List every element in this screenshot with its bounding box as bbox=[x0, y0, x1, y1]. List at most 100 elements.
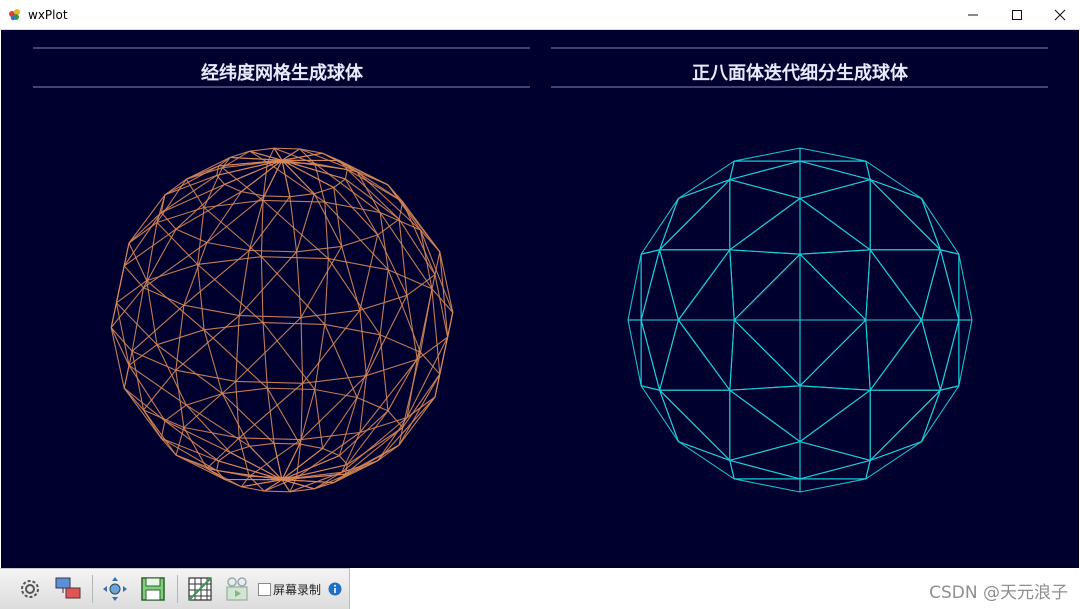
wireframe-edge bbox=[131, 287, 145, 352]
wireframe-edge bbox=[224, 183, 242, 193]
wireframe-edge bbox=[921, 249, 941, 321]
wireframe-edge bbox=[379, 334, 389, 411]
wireframe-edge bbox=[865, 441, 922, 480]
video-icon bbox=[226, 577, 248, 601]
wireframe-edge bbox=[356, 334, 381, 398]
wireframe-edge bbox=[958, 254, 973, 321]
wireframe-edge bbox=[203, 329, 223, 394]
toolbar-separator bbox=[92, 575, 93, 603]
wireframe-edge bbox=[324, 323, 381, 336]
wireframe-edge bbox=[238, 437, 250, 477]
wireframe-edge bbox=[439, 251, 454, 313]
wireframe-edge bbox=[300, 383, 304, 440]
minimize-icon bbox=[968, 14, 978, 16]
octahedron-sphere-wireframe bbox=[627, 147, 973, 493]
wireframe-edge bbox=[799, 441, 871, 461]
wireframe-edge bbox=[799, 459, 871, 480]
maximize-button[interactable] bbox=[994, 0, 1040, 30]
wireframe-edge bbox=[406, 396, 436, 418]
wireframe-edge bbox=[203, 167, 223, 208]
wireframe-edge bbox=[377, 234, 408, 296]
wireframe-edge bbox=[164, 420, 231, 453]
wireframe-edge bbox=[799, 147, 866, 162]
wireframe-edge bbox=[273, 443, 283, 480]
wireframe-edge bbox=[799, 389, 871, 443]
wireframe-edge bbox=[729, 197, 801, 251]
watermark-text: CSDN @天元浪子 bbox=[929, 583, 1068, 603]
wireframe-edge bbox=[627, 254, 642, 321]
wireframe-edge bbox=[799, 253, 867, 321]
close-button[interactable] bbox=[1037, 0, 1080, 30]
wireframe-edge bbox=[419, 288, 433, 353]
wireframe-edge bbox=[164, 420, 219, 462]
wireframe-edge bbox=[260, 256, 326, 325]
wireframe-edge bbox=[156, 194, 166, 223]
wireframe-edge bbox=[164, 178, 187, 196]
wireframe-edge bbox=[264, 195, 290, 198]
wireframe-edge bbox=[274, 147, 300, 150]
wireframe-edge bbox=[356, 171, 381, 213]
wireframe-edge bbox=[327, 258, 381, 336]
wireframe-edge bbox=[143, 369, 177, 411]
wireframe-edge bbox=[799, 319, 867, 387]
wireframe-edge bbox=[729, 319, 735, 391]
wireframe-edge bbox=[869, 319, 923, 391]
pan-button[interactable] bbox=[101, 575, 129, 603]
wireframe-edge bbox=[677, 249, 731, 321]
grid-button[interactable] bbox=[186, 575, 214, 603]
left-panel-title: 经纬度网格生成球体 bbox=[201, 62, 364, 84]
wireframe-edge bbox=[230, 445, 250, 454]
wireframe-edge bbox=[206, 437, 240, 469]
screen-record-checkbox[interactable] bbox=[258, 583, 271, 596]
toolbar-buttons: 屏幕录制 bbox=[0, 568, 350, 609]
wireframe-edge bbox=[333, 178, 346, 188]
wireframe-edge bbox=[865, 249, 871, 321]
info-icon[interactable] bbox=[328, 582, 342, 596]
wireframe-edge bbox=[729, 459, 801, 480]
minimize-button[interactable] bbox=[950, 0, 996, 30]
wireframe-edge bbox=[221, 393, 251, 447]
wireframe-edge bbox=[939, 249, 960, 321]
settings-button[interactable] bbox=[16, 575, 44, 603]
wireframe-edge bbox=[921, 390, 941, 442]
wireframe-edge bbox=[264, 490, 290, 493]
wireframe-edge bbox=[338, 455, 348, 465]
wireframe-edge bbox=[865, 160, 922, 199]
app-logo-icon bbox=[9, 9, 20, 21]
display-button[interactable] bbox=[54, 575, 82, 603]
wireframe-edge bbox=[640, 319, 661, 391]
wireframe-edge bbox=[324, 324, 358, 398]
wireframe-edge bbox=[324, 202, 329, 259]
bottom-toolbar: 屏幕录制 CSDN @天元浪子 bbox=[0, 568, 1080, 609]
wireframe-edge bbox=[296, 251, 302, 318]
video-button[interactable] bbox=[224, 575, 252, 603]
wireframe-edge bbox=[110, 287, 144, 328]
wireframe-edge bbox=[398, 219, 408, 296]
wireframe-edge bbox=[123, 212, 162, 267]
wireframe-edge bbox=[640, 249, 661, 321]
pan-icon bbox=[103, 577, 127, 601]
wireframe-edge bbox=[734, 478, 801, 493]
wireframe-edge bbox=[799, 385, 871, 391]
wireframe-edge bbox=[398, 373, 441, 446]
wireframe-edge bbox=[161, 183, 225, 214]
wireframe-edge bbox=[218, 159, 283, 167]
wireframe-edge bbox=[281, 160, 291, 197]
wireframe-edge bbox=[640, 385, 679, 442]
wireframe-edge bbox=[799, 249, 871, 255]
wireframe-edge bbox=[260, 200, 264, 257]
save-button[interactable] bbox=[139, 575, 167, 603]
scene-svg[interactable]: 经纬度网格生成球体 正八面体迭代细分生成球体 bbox=[1, 30, 1079, 568]
wireframe-edge bbox=[203, 207, 262, 258]
wireframe-edge bbox=[659, 319, 679, 391]
wireframe-edge bbox=[799, 179, 871, 199]
close-icon bbox=[1054, 9, 1066, 21]
plot-canvas[interactable]: 经纬度网格生成球体 正八面体迭代细分生成球体 bbox=[1, 30, 1079, 568]
wireframe-edge bbox=[659, 389, 731, 461]
wireframe-edge bbox=[175, 228, 208, 244]
grid-icon bbox=[188, 577, 212, 601]
wireframe-edge bbox=[921, 198, 960, 255]
wireframe-edge bbox=[419, 229, 454, 313]
wireframe-edge bbox=[156, 344, 187, 406]
wireframe-edge bbox=[300, 246, 343, 318]
